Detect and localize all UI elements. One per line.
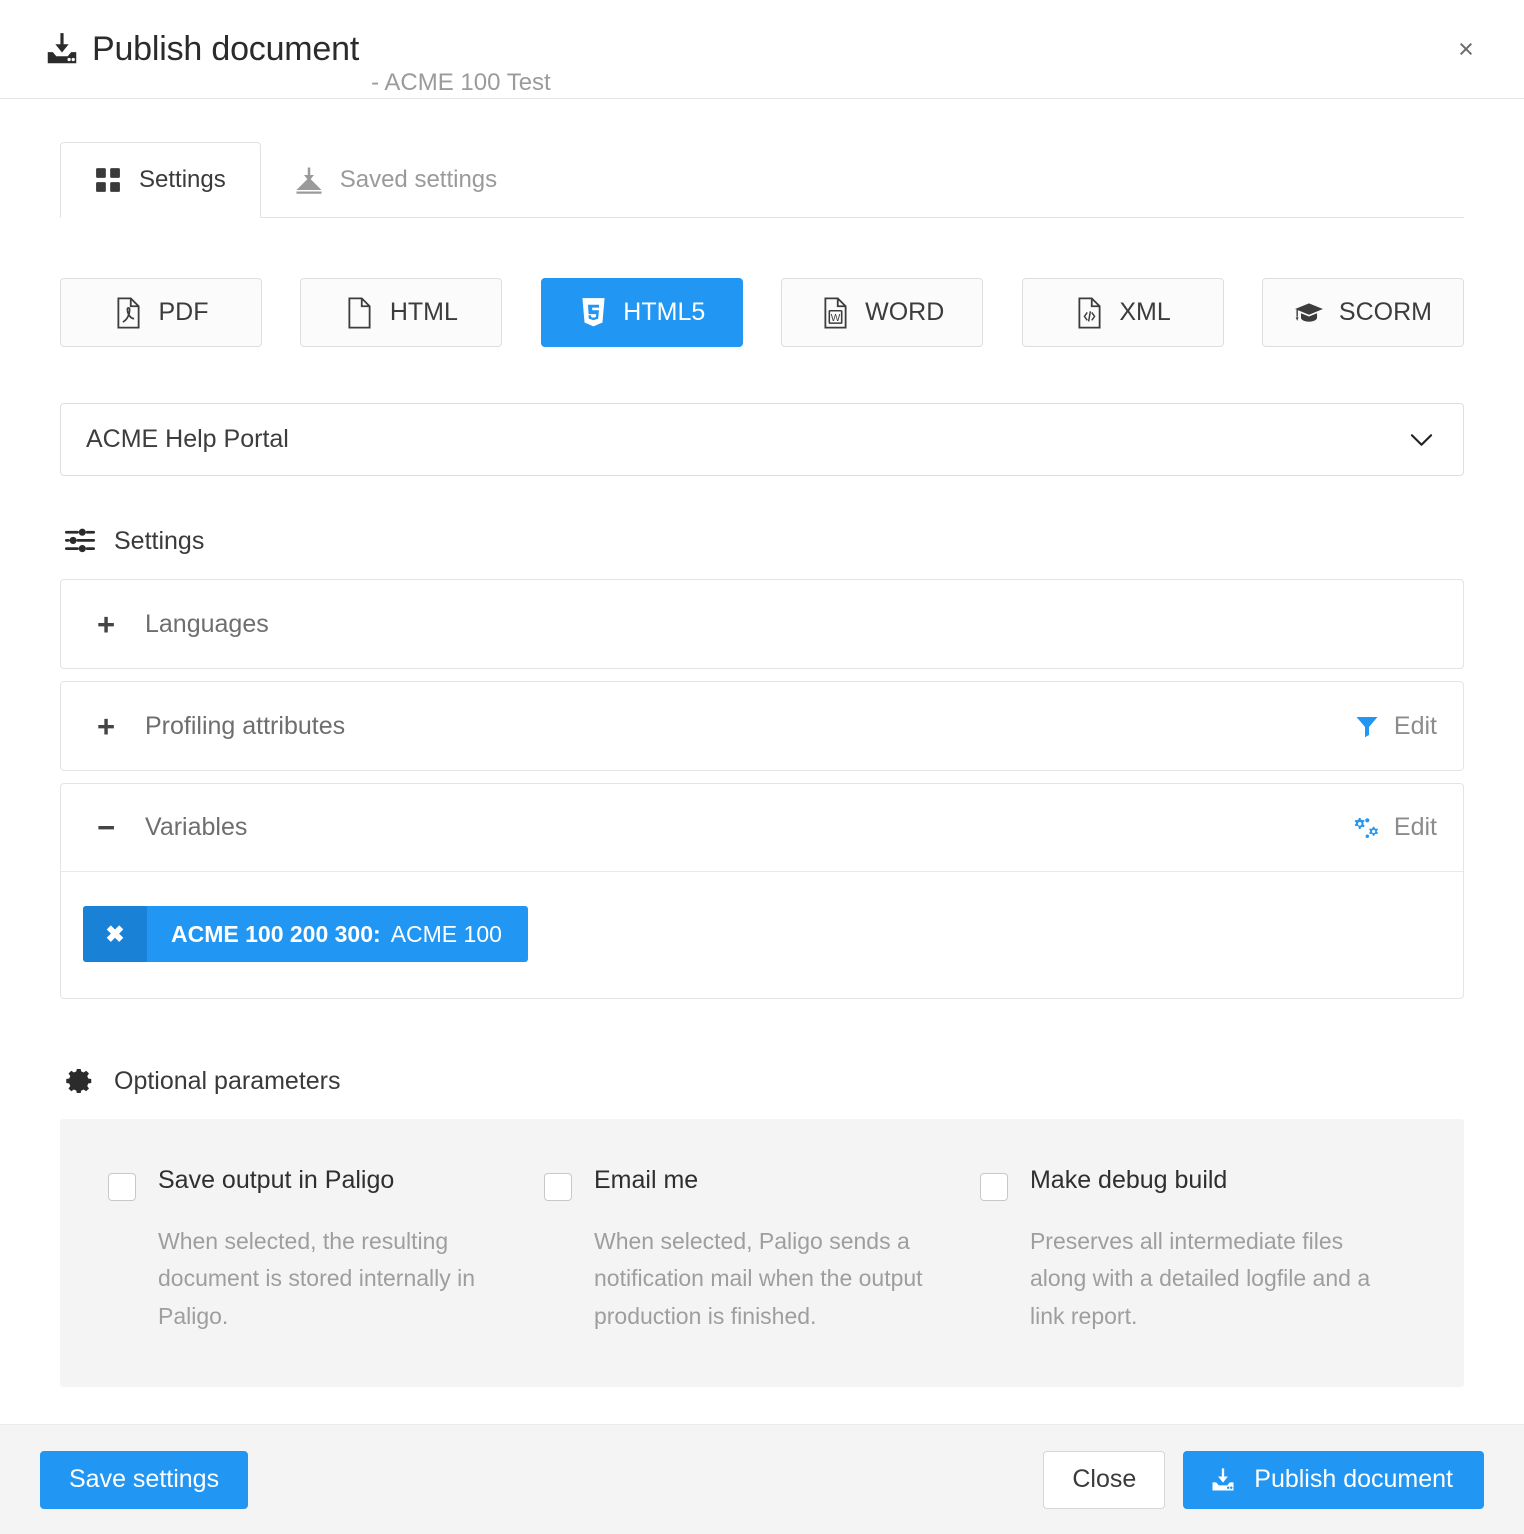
accordion-languages-label: Languages (145, 610, 269, 639)
format-label-xml: XML (1119, 298, 1170, 327)
remove-variable-icon[interactable]: ✖ (83, 906, 147, 962)
option-description-email-me: When selected, Paligo sends a notificati… (594, 1223, 936, 1335)
variable-chip: ✖ ACME 100 200 300: ACME 100 (83, 906, 528, 962)
accordion-languages: + Languages (60, 579, 1464, 669)
gear-icon (64, 1065, 96, 1097)
page-title: Publish document (92, 32, 359, 66)
accordion-languages-header[interactable]: + Languages (61, 580, 1463, 668)
tab-settings-label: Settings (139, 166, 226, 194)
graduation-cap-icon (1294, 296, 1324, 330)
edit-variables-label: Edit (1394, 813, 1437, 842)
accordion-profiling-attributes: + Profiling attributes Edit (60, 681, 1464, 771)
format-button-scorm[interactable]: SCORM (1262, 278, 1464, 347)
tab-saved-settings-label: Saved settings (340, 166, 497, 194)
layout-select-value: ACME Help Portal (86, 425, 289, 454)
option-make-debug-build: Make debug build Preserves all intermedi… (980, 1167, 1416, 1335)
settings-section-header: Settings (60, 525, 1464, 557)
accordion-variables: − Variables Edit ✖ (60, 783, 1464, 999)
pdf-file-icon (114, 296, 144, 330)
format-button-word[interactable]: W WORD (781, 278, 983, 347)
dialog-header: Publish document - ACME 100 Test × (0, 0, 1524, 99)
option-email-me: Email me When selected, Paligo sends a n… (544, 1167, 980, 1335)
publish-download-icon (1208, 1465, 1238, 1495)
publish-document-button-label: Publish document (1254, 1465, 1453, 1494)
xml-file-icon (1074, 296, 1104, 330)
option-description-save-output-in-paligo: When selected, the resulting document is… (158, 1223, 500, 1335)
plus-icon: + (89, 609, 123, 640)
chevron-down-icon (1410, 433, 1433, 447)
option-save-output-in-paligo: Save output in Paligo When selected, the… (108, 1167, 544, 1335)
sliders-icon (64, 525, 96, 557)
publish-document-dialog: Publish document - ACME 100 Test × Setti… (0, 0, 1524, 1534)
optional-parameters-title: Optional parameters (114, 1067, 341, 1096)
variable-chip-text: ACME 100 200 300: ACME 100 (147, 906, 528, 962)
output-format-buttons: PDF HTML (60, 278, 1464, 347)
checkbox-email-me[interactable] (544, 1173, 572, 1201)
format-button-html[interactable]: HTML (300, 278, 502, 347)
variable-chip-value: ACME 100 (391, 921, 502, 948)
svg-text:W: W (830, 312, 840, 323)
close-icon[interactable]: × (1444, 27, 1488, 71)
dialog-body: Settings Saved settings (0, 99, 1524, 1424)
option-description-make-debug-build: Preserves all intermediate files along w… (1030, 1223, 1372, 1335)
format-button-html5[interactable]: HTML5 (541, 278, 743, 347)
page-subtitle: - ACME 100 Test (371, 71, 551, 98)
tab-settings[interactable]: Settings (60, 142, 261, 218)
publish-document-button[interactable]: Publish document (1183, 1451, 1484, 1509)
option-label-make-debug-build: Make debug build (1030, 1167, 1227, 1195)
optional-parameters-panel: Save output in Paligo When selected, the… (60, 1119, 1464, 1387)
settings-section-title: Settings (114, 527, 204, 556)
accordion-variables-label: Variables (145, 813, 247, 842)
optional-parameters-header: Optional parameters (60, 1065, 1464, 1097)
format-label-pdf: PDF (159, 298, 209, 327)
dialog-footer: Save settings Close Publish document (0, 1424, 1524, 1534)
format-button-xml[interactable]: XML (1022, 278, 1224, 347)
minus-icon: − (89, 812, 123, 843)
variables-panel: ✖ ACME 100 200 300: ACME 100 (61, 872, 1463, 998)
format-label-html5: HTML5 (623, 298, 705, 327)
edit-variables-link[interactable]: Edit (1354, 813, 1437, 842)
checkbox-save-output-in-paligo[interactable] (108, 1173, 136, 1201)
filter-funnel-icon (1354, 713, 1380, 739)
layout-select[interactable]: ACME Help Portal (60, 403, 1464, 476)
edit-profiling-attributes-label: Edit (1394, 712, 1437, 741)
option-label-save-output-in-paligo: Save output in Paligo (158, 1167, 394, 1195)
accordion-variables-header[interactable]: − Variables Edit (61, 784, 1463, 872)
format-button-pdf[interactable]: PDF (60, 278, 262, 347)
checkbox-make-debug-build[interactable] (980, 1173, 1008, 1201)
html5-shield-icon (578, 296, 608, 330)
accordion-profiling-attributes-label: Profiling attributes (145, 712, 345, 741)
plus-icon: + (89, 711, 123, 742)
accordion-profiling-attributes-header[interactable]: + Profiling attributes Edit (61, 682, 1463, 770)
close-button[interactable]: Close (1043, 1451, 1165, 1509)
cogs-icon (1354, 815, 1380, 841)
grid-squares-icon (93, 165, 123, 195)
tab-bar: Settings Saved settings (60, 142, 1464, 218)
saved-download-icon (294, 165, 324, 195)
format-label-scorm: SCORM (1339, 298, 1432, 327)
tab-saved-settings[interactable]: Saved settings (261, 141, 532, 217)
save-settings-button[interactable]: Save settings (40, 1451, 248, 1509)
variable-chip-key: ACME 100 200 300: (171, 921, 381, 948)
option-label-email-me: Email me (594, 1167, 698, 1195)
word-file-icon: W (820, 296, 850, 330)
footer-actions: Close Publish document (1043, 1451, 1484, 1509)
format-label-word: WORD (865, 298, 944, 327)
publish-download-icon (42, 29, 82, 69)
format-label-html: HTML (390, 298, 458, 327)
html-file-icon (345, 296, 375, 330)
edit-profiling-attributes-link[interactable]: Edit (1354, 712, 1437, 741)
